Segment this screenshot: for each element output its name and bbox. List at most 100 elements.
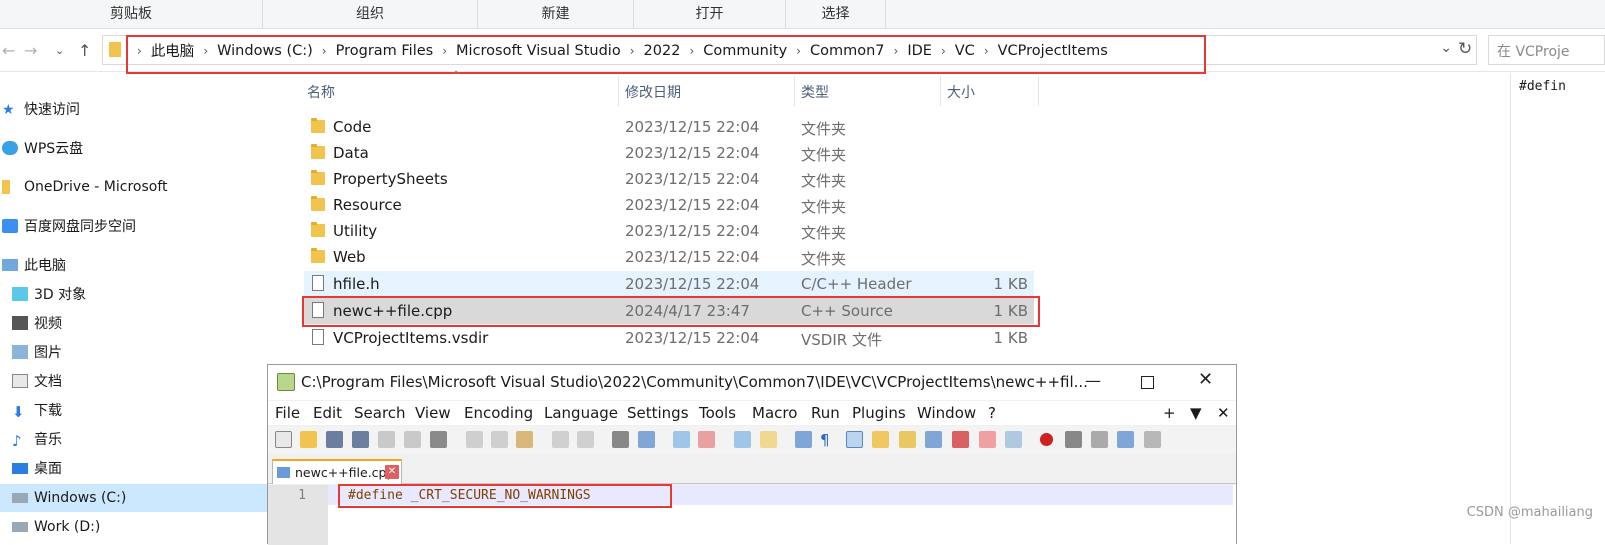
recent-chevron-icon[interactable]: ⌄ xyxy=(55,44,64,57)
ribbon-group-organize[interactable]: 组织 xyxy=(263,0,478,29)
file-row[interactable]: Resource 2023/12/15 22:04 文件夹 xyxy=(304,192,1034,218)
menu-settings[interactable]: Settings xyxy=(627,404,689,422)
file-row[interactable]: Web 2023/12/15 22:04 文件夹 xyxy=(304,244,1034,270)
sidebar-item-quick-access[interactable]: ★ 快速访问 xyxy=(2,95,272,123)
menu-language[interactable]: Language xyxy=(544,404,618,422)
computer-icon xyxy=(2,259,18,271)
menu-search[interactable]: Search xyxy=(354,404,406,422)
open-file-icon[interactable] xyxy=(300,431,317,448)
column-divider[interactable] xyxy=(940,76,941,106)
save-icon[interactable] xyxy=(326,431,343,448)
sidebar-item-desktop[interactable]: 桌面 xyxy=(12,454,282,482)
new-file-icon[interactable] xyxy=(275,431,292,448)
sync-horizontal-icon[interactable] xyxy=(760,431,777,448)
record-macro-icon[interactable] xyxy=(1040,433,1053,446)
column-size[interactable]: 大小 xyxy=(947,82,975,102)
sidebar-item-music[interactable]: ♪ 音乐 xyxy=(12,425,282,453)
ribbon-group-open[interactable]: 打开 xyxy=(634,0,786,29)
refresh-icon[interactable]: ↻ xyxy=(1458,39,1472,59)
redo-icon[interactable] xyxy=(577,431,594,448)
folder-workspace-icon[interactable] xyxy=(952,431,969,448)
tab-newcpp-file[interactable]: newc++file.cpp ✕ xyxy=(272,459,402,484)
close-all-icon[interactable] xyxy=(404,431,421,448)
menu-help[interactable]: ? xyxy=(988,404,996,422)
baidu-icon xyxy=(2,219,18,233)
sidebar-item-3d-objects[interactable]: 3D 对象 xyxy=(12,280,282,308)
new-tab-icon[interactable]: + xyxy=(1163,404,1176,422)
column-divider[interactable] xyxy=(618,76,619,106)
sidebar-item-windows-c[interactable]: Windows (C:) xyxy=(0,484,270,512)
file-name: Resource xyxy=(333,196,402,214)
close-doc-icon[interactable]: ✕ xyxy=(1217,404,1230,422)
sidebar-item-onedrive[interactable]: OneDrive - Microsoft xyxy=(2,173,272,201)
search-input[interactable]: 在 VCProje xyxy=(1488,35,1605,65)
indent-guide-icon[interactable] xyxy=(846,431,863,448)
save-macro-icon[interactable] xyxy=(1144,431,1161,448)
sync-vertical-icon[interactable] xyxy=(734,431,751,448)
sidebar-item-wps-cloud[interactable]: WPS云盘 xyxy=(2,134,272,162)
menu-window[interactable]: Window xyxy=(917,404,976,422)
column-type[interactable]: 类型 xyxy=(801,82,829,102)
menu-file[interactable]: File xyxy=(275,404,300,422)
column-date[interactable]: 修改日期 xyxy=(625,82,681,102)
back-arrow-icon[interactable]: ← xyxy=(2,41,15,60)
menu-run[interactable]: Run xyxy=(811,404,840,422)
word-wrap-icon[interactable] xyxy=(795,431,812,448)
minimize-icon[interactable]: — xyxy=(1085,371,1101,390)
monitoring-icon[interactable] xyxy=(1005,431,1022,448)
ribbon-group-select[interactable]: 选择 xyxy=(786,0,886,29)
zoom-out-icon[interactable] xyxy=(698,431,715,448)
undo-icon[interactable] xyxy=(552,431,569,448)
print-icon[interactable] xyxy=(430,431,447,448)
run-macro-multiple-icon[interactable] xyxy=(1117,431,1134,448)
sidebar-item-pictures[interactable]: 图片 xyxy=(12,338,282,366)
sidebar-item-baidu[interactable]: 百度网盘同步空间 xyxy=(2,212,272,240)
file-row[interactable]: VCProjectItems.vsdir 2023/12/15 22:04 VSDI… xyxy=(304,325,1034,351)
tab-close-icon[interactable]: ✕ xyxy=(385,465,399,479)
replace-icon[interactable] xyxy=(638,431,655,448)
file-row[interactable]: PropertySheets 2023/12/15 22:04 文件夹 xyxy=(304,166,1034,192)
ribbon-group-new[interactable]: 新建 xyxy=(478,0,634,29)
menu-view[interactable]: View xyxy=(415,404,451,422)
column-divider[interactable] xyxy=(1038,76,1039,106)
ribbon-group-clipboard[interactable]: 剪贴板 xyxy=(0,0,263,29)
paste-icon[interactable] xyxy=(516,431,533,448)
file-row[interactable]: Data 2023/12/15 22:04 文件夹 xyxy=(304,140,1034,166)
folder-icon xyxy=(311,196,325,211)
cut-icon[interactable] xyxy=(466,431,483,448)
show-all-chars-icon[interactable]: ¶ xyxy=(820,431,837,449)
sidebar-item-downloads[interactable]: ⬇ 下载 xyxy=(12,396,282,424)
maximize-icon[interactable] xyxy=(1141,376,1154,389)
document-map-icon[interactable] xyxy=(899,431,916,448)
up-arrow-icon[interactable]: ↑ xyxy=(78,41,91,60)
sidebar-item-documents[interactable]: 文档 xyxy=(12,367,282,395)
user-lang-icon[interactable] xyxy=(872,431,889,448)
zoom-in-icon[interactable] xyxy=(673,431,690,448)
stop-macro-icon[interactable] xyxy=(1065,431,1082,448)
menu-encoding[interactable]: Encoding xyxy=(464,404,533,422)
function-list-icon[interactable] xyxy=(925,431,942,448)
file-row[interactable]: hfile.h 2023/12/15 22:04 C/C++ Header 1 KB xyxy=(304,271,1034,297)
menu-edit[interactable]: Edit xyxy=(313,404,342,422)
file-type: 文件夹 xyxy=(801,146,847,164)
sidebar-item-work-d[interactable]: Work (D:) xyxy=(12,513,282,541)
close-file-icon[interactable] xyxy=(378,431,395,448)
address-dropdown-icon[interactable]: ⌄ xyxy=(1440,40,1452,56)
project-icon[interactable] xyxy=(979,431,996,448)
copy-icon[interactable] xyxy=(491,431,508,448)
find-icon[interactable] xyxy=(612,431,629,448)
close-icon[interactable]: ✕ xyxy=(1198,369,1213,390)
tab-list-icon[interactable]: ▼ xyxy=(1190,404,1202,422)
play-macro-icon[interactable] xyxy=(1091,431,1108,448)
forward-arrow-icon[interactable]: → xyxy=(24,41,37,60)
save-all-icon[interactable] xyxy=(352,431,369,448)
menu-macro[interactable]: Macro xyxy=(752,404,797,422)
sidebar-item-videos[interactable]: 视频 xyxy=(12,309,282,337)
column-name[interactable]: 名称 xyxy=(307,82,335,102)
file-row[interactable]: Code 2023/12/15 22:04 文件夹 xyxy=(304,114,1034,140)
menu-plugins[interactable]: Plugins xyxy=(852,404,906,422)
sidebar-item-this-pc[interactable]: 此电脑 xyxy=(2,251,272,279)
menu-tools[interactable]: Tools xyxy=(699,404,736,422)
file-row[interactable]: Utility 2023/12/15 22:04 文件夹 xyxy=(304,218,1034,244)
column-divider[interactable] xyxy=(794,76,795,106)
